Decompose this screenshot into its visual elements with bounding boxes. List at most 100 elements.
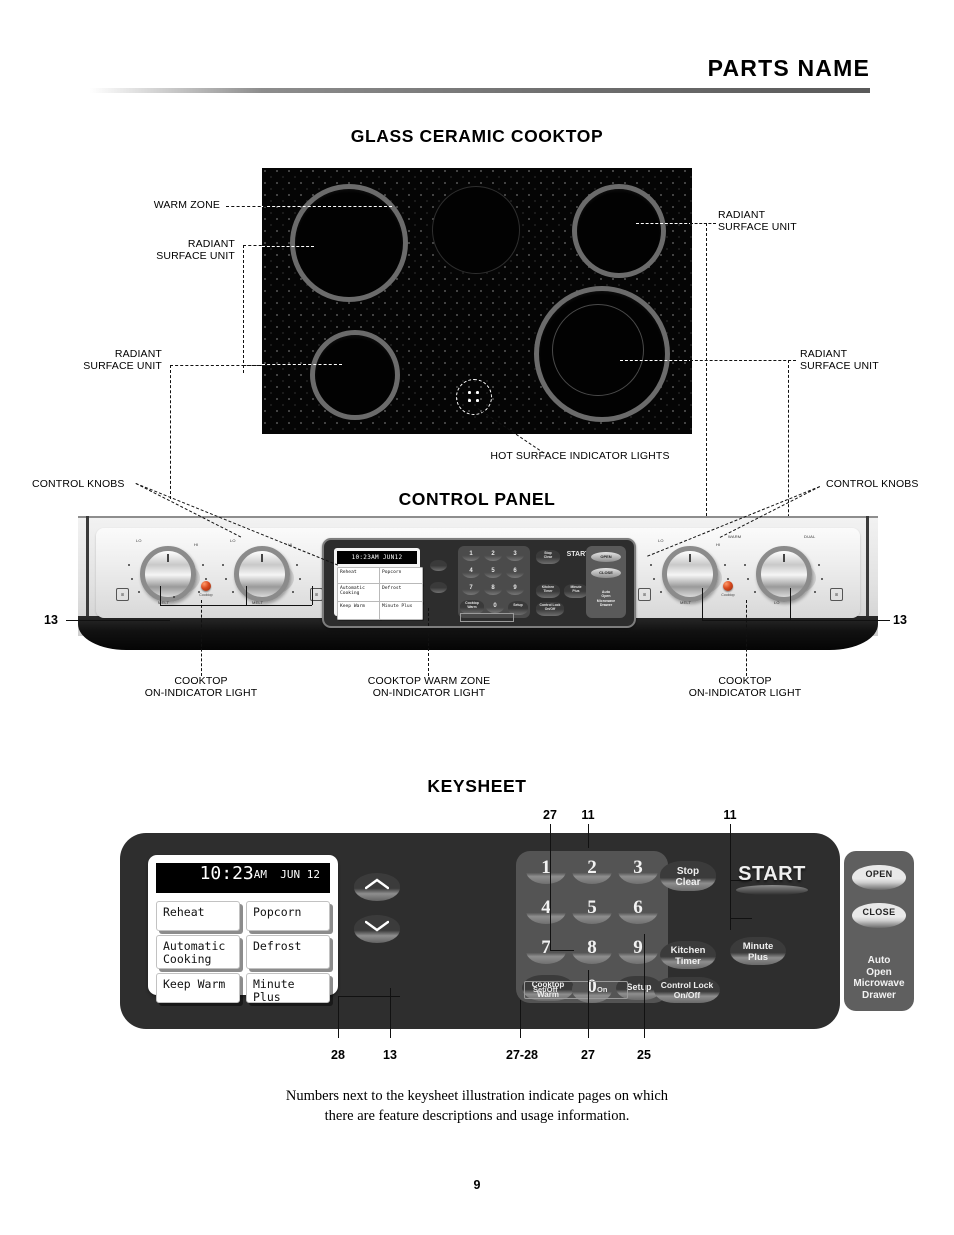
- page-ref-bottom-25: 25: [637, 1048, 651, 1062]
- leader-radiant-lb-v: [170, 365, 171, 499]
- burner-bottom-right-inner: [552, 304, 644, 396]
- label-radiant-right-bottom: RADIANT SURFACE UNIT: [800, 348, 879, 372]
- mini-key-cooktop-warm[interactable]: Cooktop Warm: [460, 600, 484, 614]
- page-ref-top-11a: 11: [581, 808, 595, 822]
- burner-top-right: [572, 184, 666, 278]
- knob-mark-dual-r2: DUAL: [804, 534, 816, 539]
- key-1[interactable]: 1: [526, 857, 566, 884]
- keysheet-diagram: 10:23AM JUN 12 Reheat Popcorn Automatic C…: [120, 833, 914, 1029]
- key-8[interactable]: 8: [572, 937, 612, 964]
- key-4[interactable]: 4: [526, 897, 566, 924]
- auto-open-microwave-drawer-section: OPEN CLOSE Auto Open Microwave Drawer: [844, 851, 914, 1011]
- sublabel-on: On: [597, 985, 608, 994]
- burner-position-icon-right-2: ⊞: [830, 588, 843, 601]
- menu-btn-automatic-cooking[interactable]: Automatic Cooking: [156, 935, 240, 969]
- key-control-lock[interactable]: Control Lock On/Off: [654, 977, 720, 1003]
- menu-btn-minute-plus[interactable]: Minute Plus: [246, 973, 330, 1004]
- knob-left-2[interactable]: [234, 546, 290, 602]
- lcd-date-spacer: [267, 868, 280, 881]
- key-5[interactable]: 5: [572, 897, 612, 924]
- hot-indicator-dot: [476, 399, 479, 402]
- chevron-up-icon[interactable]: [354, 873, 400, 901]
- leader-open-btn: [730, 880, 752, 881]
- label-cooktop-on-left: COOKTOP ON-INDICATOR LIGHT: [144, 675, 258, 699]
- dial-mark: [650, 564, 652, 566]
- page-ref-top-11b: 11: [723, 808, 737, 822]
- menu-btn-popcorn[interactable]: Popcorn: [246, 901, 330, 931]
- chevron-down-icon[interactable]: [354, 915, 400, 943]
- control-panel-keysheet: 10:23AM JUN12 Reheat Popcorn Automatic Co…: [322, 538, 636, 628]
- menu-btn-defrost[interactable]: Defrost: [246, 935, 330, 969]
- dial-mark: [744, 564, 746, 566]
- mini-keypad-sublabels: [460, 613, 514, 622]
- dial-mark: [754, 591, 756, 593]
- dial-mark: [202, 564, 204, 566]
- menu-btn-reheat[interactable]: Reheat: [156, 901, 240, 931]
- mini-drawer-label: Auto Open Microwave Drawer: [596, 590, 616, 608]
- label-cooktop-on-right: COOKTOP ON-INDICATOR LIGHT: [688, 675, 802, 699]
- mini-key-control-lock[interactable]: Control Lock On/Off: [536, 602, 564, 616]
- mini-key-minute-plus[interactable]: Minute Plus: [564, 584, 588, 598]
- mini-chevron-down-icon[interactable]: [430, 582, 447, 593]
- dial-mark: [299, 578, 301, 580]
- key-start[interactable]: START: [732, 863, 812, 895]
- knob-right-2[interactable]: [756, 546, 812, 602]
- key-minute-plus[interactable]: Minute Plus: [730, 937, 786, 965]
- mini-key-1[interactable]: 1: [462, 549, 480, 561]
- dial-mark: [225, 578, 227, 580]
- mini-key-0[interactable]: 0: [486, 601, 504, 613]
- knob-left-1[interactable]: [140, 546, 196, 602]
- key-9[interactable]: 9: [618, 937, 658, 964]
- leader-top-27: [550, 824, 551, 868]
- mini-key-2[interactable]: 2: [484, 549, 502, 561]
- burner-position-icon-right: ⊞: [638, 588, 651, 601]
- mini-btn-keep-warm[interactable]: Keep Warm: [337, 601, 381, 620]
- section-title-control-panel: CONTROL PANEL: [398, 489, 556, 509]
- dial-mark: [131, 578, 133, 580]
- mini-key-9[interactable]: 9: [506, 583, 524, 595]
- knob-right-1[interactable]: [662, 546, 718, 602]
- knob-pointer-icon: [261, 554, 263, 562]
- hot-surface-indicator-lights: [456, 379, 492, 415]
- burner-position-icon-left: ⊞: [116, 588, 129, 601]
- dial-mark: [814, 591, 816, 593]
- dial-mark: [232, 591, 234, 593]
- glass-ceramic-cooktop-diagram: [262, 168, 692, 434]
- keysheet-display-panel: 10:23AM JUN 12 Reheat Popcorn Automatic C…: [148, 855, 338, 1004]
- mini-btn-close[interactable]: CLOSE: [591, 568, 621, 578]
- mini-btn-minute-plus[interactable]: Minute Plus: [379, 601, 423, 620]
- key-stop-clear[interactable]: Stop Clear: [660, 861, 716, 891]
- burner-top-left: [290, 184, 408, 302]
- key-kitchen-timer[interactable]: Kitchen Timer: [660, 941, 716, 969]
- mini-key-6[interactable]: 6: [506, 566, 524, 578]
- leader-bot-13: [390, 988, 391, 1038]
- btn-close[interactable]: CLOSE: [852, 903, 906, 928]
- label-control-knobs-left: CONTROL KNOBS: [32, 478, 125, 490]
- leader-bot-2728: [520, 1000, 521, 1038]
- label-radiant-left-top: RADIANT SURFACE UNIT: [156, 238, 235, 262]
- dial-mark: [727, 578, 729, 580]
- mini-key-stop-clear[interactable]: Stop Clear: [536, 550, 560, 564]
- key-6[interactable]: 6: [618, 897, 658, 924]
- mini-key-4[interactable]: 4: [462, 566, 480, 578]
- bracket-left-v3: [312, 586, 313, 605]
- leader-warm-zone: [262, 206, 392, 207]
- mini-chevron-up-icon[interactable]: [430, 560, 447, 571]
- leader-radiant-lt-v: [243, 245, 244, 373]
- bracket-left-v2: [246, 586, 247, 605]
- menu-btn-keep-warm[interactable]: Keep Warm: [156, 973, 240, 1003]
- header-rule: [90, 88, 870, 93]
- key-3[interactable]: 3: [618, 857, 658, 884]
- label-control-knobs-right: CONTROL KNOBS: [826, 478, 919, 490]
- page-ref-panel-left: 13: [44, 613, 58, 627]
- mini-key-8[interactable]: 8: [484, 583, 502, 595]
- mini-btn-open[interactable]: OPEN: [591, 552, 621, 562]
- leader-radiant-right-bottom: [620, 360, 692, 361]
- mini-key-kitchen-timer[interactable]: Kitchen Timer: [536, 584, 560, 598]
- btn-open[interactable]: OPEN: [852, 865, 906, 890]
- mini-key-3[interactable]: 3: [506, 549, 524, 561]
- mini-key-7[interactable]: 7: [462, 583, 480, 595]
- section-title-keysheet: KEYSHEET: [427, 776, 527, 796]
- mini-key-5[interactable]: 5: [484, 566, 502, 578]
- key-2[interactable]: 2: [572, 857, 612, 884]
